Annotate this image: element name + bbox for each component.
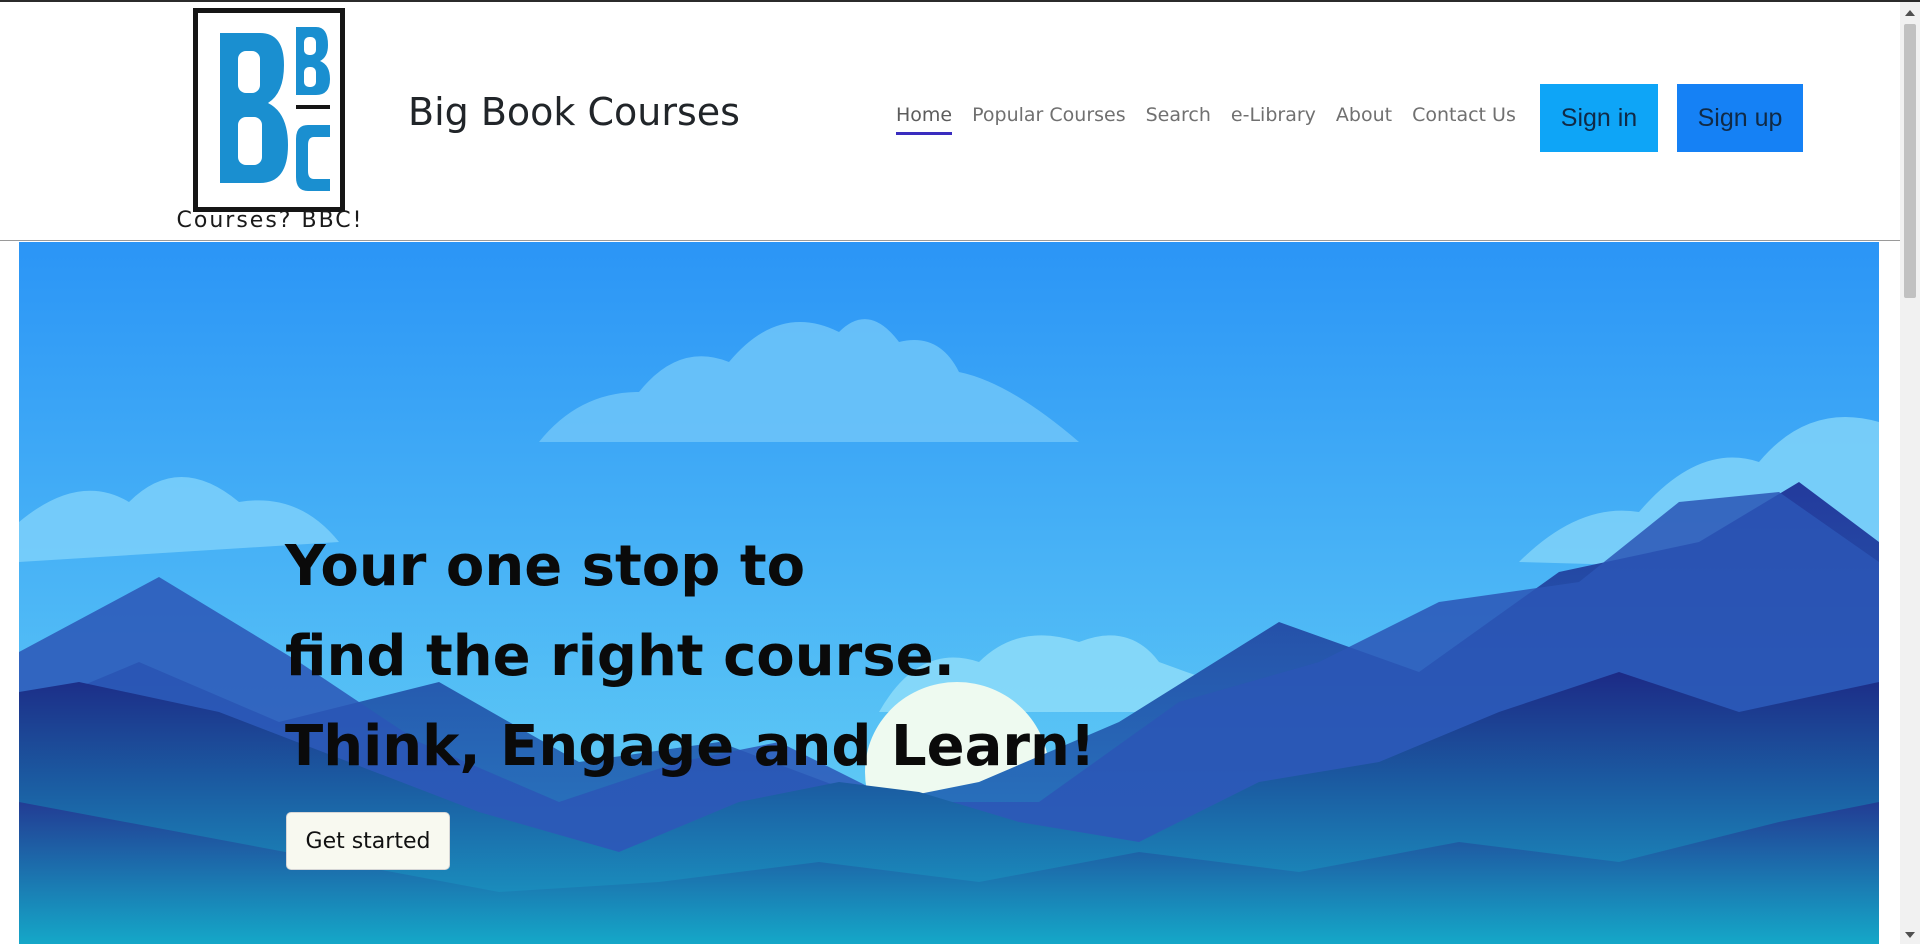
hero-line-3: Think, Engage and Learn!	[285, 714, 1096, 779]
get-started-button[interactable]: Get started	[286, 812, 450, 870]
nav-contact-us[interactable]: Contact Us	[1412, 104, 1516, 135]
scroll-up-arrow-icon[interactable]	[1905, 10, 1915, 16]
page-scrollbar[interactable]	[1900, 2, 1920, 944]
brand-title[interactable]: Big Book Courses	[408, 90, 740, 134]
site-logo[interactable]: Courses? BBC!	[150, 8, 390, 236]
logo-mark	[193, 8, 345, 212]
nav-popular-courses[interactable]: Popular Courses	[972, 104, 1126, 135]
hero-line-1: Your one stop to	[285, 534, 806, 599]
main-nav: Home Popular Courses Search e-Library Ab…	[896, 104, 1516, 135]
hero-line-2: find the right course.	[285, 624, 955, 689]
sign-up-button[interactable]: Sign up	[1677, 84, 1803, 152]
scroll-down-arrow-icon[interactable]	[1905, 932, 1915, 938]
site-header: Courses? BBC! Big Book Courses Home Popu…	[0, 2, 1900, 241]
sign-in-button[interactable]: Sign in	[1540, 84, 1658, 152]
nav-e-library[interactable]: e-Library	[1231, 104, 1316, 135]
hero-heading: Your one stop to find the right course. …	[285, 522, 1095, 792]
nav-search[interactable]: Search	[1146, 104, 1211, 135]
nav-about[interactable]: About	[1336, 104, 1392, 135]
nav-home[interactable]: Home	[896, 104, 953, 135]
scrollbar-thumb[interactable]	[1904, 24, 1916, 298]
logo-tagline: Courses? BBC!	[176, 208, 364, 233]
hero-banner: Your one stop to find the right course. …	[19, 242, 1879, 944]
logo-letters-graphic	[206, 27, 330, 193]
